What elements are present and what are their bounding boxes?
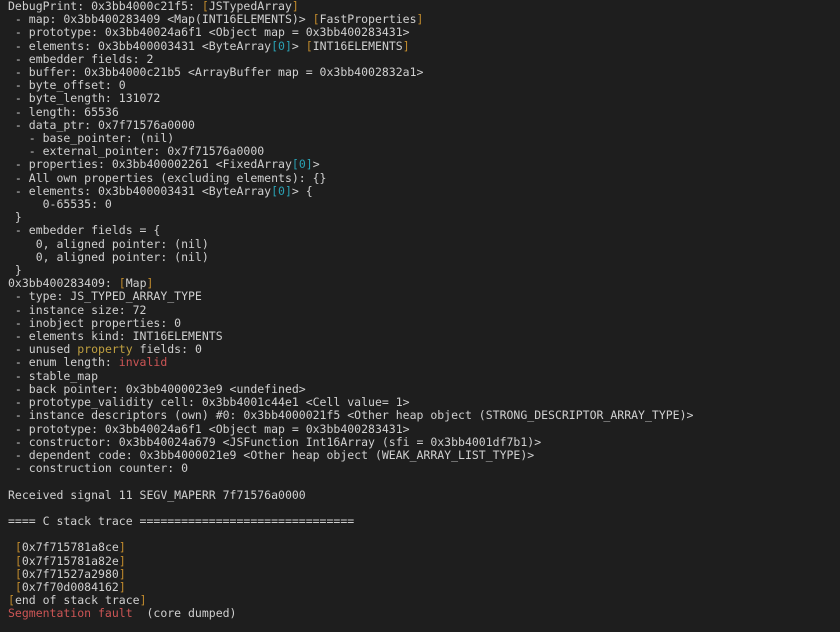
terminal-text-colored: Segmentation fault — [8, 606, 133, 620]
terminal-text-colored: [ — [313, 12, 320, 26]
terminal-text-colored: ] — [140, 593, 147, 607]
terminal-text-colored: [ — [15, 540, 22, 554]
terminal-text-colored: ] — [292, 0, 299, 13]
terminal-text-colored: [ — [306, 39, 313, 53]
terminal-text-colored: [ — [8, 593, 15, 607]
terminal-text-colored: [ — [15, 554, 22, 568]
terminal-output: DebugPrint: 0x3bb4000c21f5: [JSTypedArra… — [0, 0, 840, 623]
terminal-text-colored: ] — [147, 276, 154, 290]
terminal-text-colored: ] — [403, 39, 410, 53]
terminal-text-colored: [ — [292, 157, 299, 171]
terminal-text-colored: ] — [119, 567, 126, 581]
terminal-text-colored: ] — [119, 554, 126, 568]
terminal-text-colored: [ — [119, 276, 126, 290]
terminal-text-colored: 0 — [278, 184, 285, 198]
terminal-text-colored: invalid — [119, 355, 167, 369]
terminal-text-colored: [ — [202, 0, 209, 13]
terminal-text-colored: [ — [15, 567, 22, 581]
terminal-text-colored: [ — [271, 184, 278, 198]
terminal-text-colored: ] — [417, 12, 424, 26]
terminal-text-colored: ] — [285, 39, 292, 53]
terminal-text-colored: ] — [119, 540, 126, 554]
terminal-text-colored: 0 — [299, 157, 306, 171]
terminal-text-colored: ] — [285, 184, 292, 198]
terminal-text-colored: [ — [15, 580, 22, 594]
terminal-text-colored: 0 — [278, 39, 285, 53]
terminal-text-colored: [ — [271, 39, 278, 53]
terminal-text-colored: ] — [306, 157, 313, 171]
terminal-text-colored: property — [77, 342, 132, 356]
terminal-text-colored: ] — [119, 580, 126, 594]
